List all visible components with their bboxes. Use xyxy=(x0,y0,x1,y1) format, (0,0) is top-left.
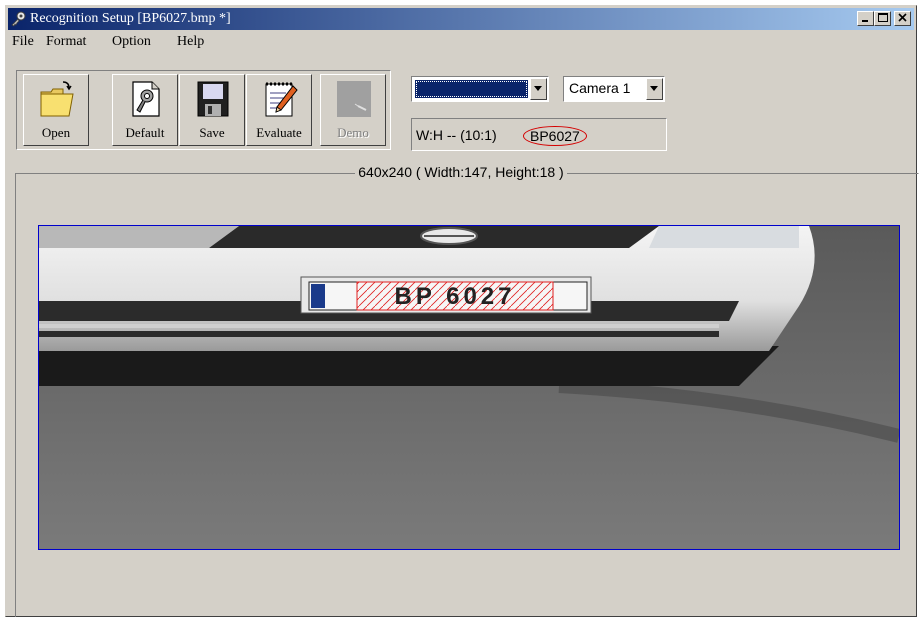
color-select[interactable] xyxy=(411,76,549,102)
maximize-button[interactable] xyxy=(874,11,891,26)
menu-help[interactable]: Help xyxy=(177,34,204,50)
ratio-readout: W:H -- (10:1) xyxy=(416,127,497,143)
toolbar: Open Default Save Evaluate Demo xyxy=(16,70,391,150)
demo-button[interactable]: Demo xyxy=(320,74,386,146)
maximize-icon xyxy=(878,13,888,22)
minimize-icon xyxy=(862,20,868,22)
open-button[interactable]: Open xyxy=(23,74,89,146)
minimize-button[interactable] xyxy=(857,11,874,26)
color-dropdown-button[interactable] xyxy=(530,78,547,100)
open-label: Open xyxy=(41,125,71,140)
folder-icon xyxy=(40,81,74,117)
recognized-plate-text: BP6027 xyxy=(523,126,587,146)
image-caption-wrap: 640x240 ( Width:147, Height:18 ) xyxy=(6,164,916,182)
camera-select-value: Camera 1 xyxy=(569,80,631,96)
wrench-document-icon xyxy=(132,81,160,117)
camera-select[interactable]: Camera 1 xyxy=(563,76,665,102)
evaluate-button[interactable]: Evaluate xyxy=(246,74,312,146)
image-size-caption: 640x240 ( Width:147, Height:18 ) xyxy=(355,164,567,180)
title-bar[interactable]: Recognition Setup [BP6027.bmp *] xyxy=(8,8,914,30)
default-button[interactable]: Default xyxy=(112,74,178,146)
color-swatch xyxy=(415,80,528,98)
default-label: Default xyxy=(125,125,165,140)
camera-dropdown-button[interactable] xyxy=(646,78,663,100)
menu-bar: File Format Option Help xyxy=(8,32,914,52)
key-icon xyxy=(11,11,26,27)
chevron-down-icon xyxy=(534,86,542,91)
notepad-pencil-icon xyxy=(265,82,298,117)
recognition-setup-window: Recognition Setup [BP6027.bmp *] File Fo… xyxy=(5,5,919,617)
captured-image[interactable]: BP 6027 xyxy=(38,225,900,550)
recognition-info-panel: W:H -- (10:1) BP6027 xyxy=(411,118,667,151)
menu-format[interactable]: Format xyxy=(46,34,86,50)
save-button[interactable]: Save xyxy=(179,74,245,146)
chevron-down-icon xyxy=(650,86,658,91)
close-icon xyxy=(898,13,907,22)
close-button[interactable] xyxy=(894,11,911,26)
demo-icon xyxy=(337,81,371,117)
license-plate: BP 6027 xyxy=(395,283,516,310)
menu-file[interactable]: File xyxy=(12,34,34,50)
floppy-disk-icon xyxy=(197,81,229,117)
evaluate-label: Evaluate xyxy=(256,125,302,140)
demo-label: Demo xyxy=(337,125,369,140)
car-front-photo: BP 6027 xyxy=(39,226,899,549)
menu-option[interactable]: Option xyxy=(112,34,151,50)
window-title: Recognition Setup [BP6027.bmp *] xyxy=(30,11,231,26)
save-label: Save xyxy=(199,125,225,140)
